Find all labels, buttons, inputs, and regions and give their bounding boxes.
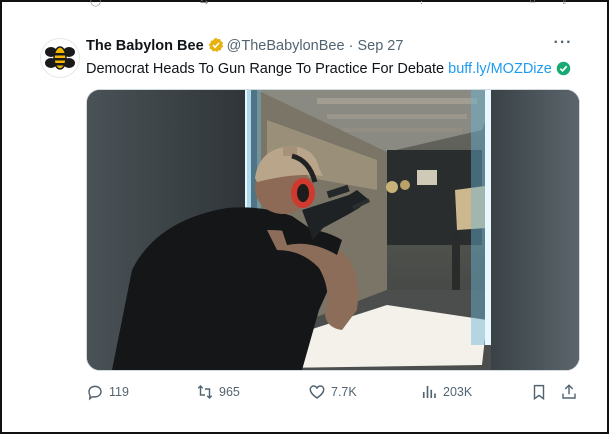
- like-count: 7.7K: [331, 385, 357, 399]
- reply-icon: [88, 385, 102, 401]
- tweet[interactable]: The Babylon Bee @TheBabylonBee · Sep 27 ·…: [0, 22, 605, 430]
- views-button[interactable]: 203K: [420, 380, 472, 404]
- views-icon: [422, 386, 436, 398]
- avatar[interactable]: [40, 38, 80, 78]
- view-count: 203K: [443, 385, 473, 399]
- repost-icon[interactable]: ⇆: [200, 0, 208, 7]
- tweet-media-image[interactable]: [86, 89, 580, 371]
- gun-range-photo: [87, 90, 579, 370]
- tweet-date[interactable]: Sep 27: [357, 38, 403, 54]
- author-handle[interactable]: @TheBabylonBee: [227, 38, 345, 54]
- author-name[interactable]: The Babylon Bee: [86, 38, 204, 54]
- reply-count: 119: [109, 385, 129, 399]
- previous-tweet-actions-strip: ◯ ⇆ ⁞ ⌑ ⇧: [30, 0, 579, 8]
- more-icon[interactable]: ···: [551, 34, 575, 56]
- share-button[interactable]: [560, 380, 583, 404]
- share-icon: [562, 384, 576, 399]
- tweet-actions: 119 965 7.7K 203K: [86, 380, 578, 404]
- repost-button[interactable]: 965: [196, 380, 240, 404]
- verified-badge-icon: [208, 37, 224, 59]
- like-icon: [309, 385, 325, 399]
- check-mark-icon: [556, 61, 571, 82]
- like-button[interactable]: 7.7K: [308, 380, 357, 404]
- share-icon[interactable]: ⇧: [560, 0, 568, 7]
- bookmark-icon: [533, 384, 545, 401]
- separator: ·: [348, 38, 354, 54]
- reply-icon[interactable]: ◯: [90, 0, 101, 7]
- tweet-body: Democrat Heads To Gun Range To Practice …: [86, 61, 445, 77]
- views-icon[interactable]: ⁞: [420, 0, 423, 7]
- tweet-header: The Babylon Bee @TheBabylonBee · Sep 27: [86, 36, 403, 59]
- bookmark-button[interactable]: [530, 380, 553, 404]
- bookmark-icon[interactable]: ⌑: [530, 0, 535, 7]
- repost-count: 965: [219, 385, 240, 399]
- tweet-link[interactable]: buff.ly/MOZDize: [448, 61, 552, 77]
- bee-logo-icon: [41, 39, 79, 77]
- tweet-text: Democrat Heads To Gun Range To Practice …: [86, 59, 571, 82]
- reply-button[interactable]: 119: [86, 380, 129, 404]
- more-label: ···: [553, 34, 573, 51]
- repost-icon: [197, 384, 213, 400]
